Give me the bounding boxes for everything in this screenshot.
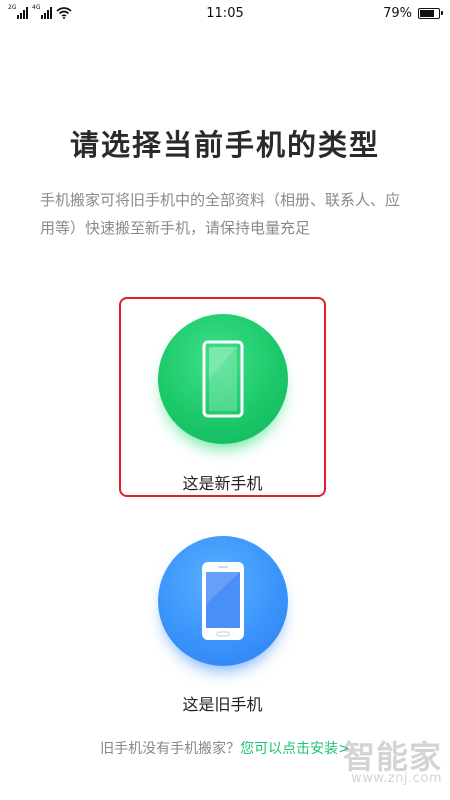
status-bar-left: 2G 4G — [8, 4, 72, 19]
battery-icon — [418, 7, 443, 19]
page-description: 手机搬家可将旧手机中的全部资料（相册、联系人、应用等）快速搬至新手机，请保持电量… — [40, 191, 401, 237]
footer-text: 旧手机没有手机搬家？ — [100, 741, 241, 757]
page-title: 请选择当前手机的类型 — [69, 128, 380, 162]
new-phone-circle — [157, 314, 288, 444]
sim1-tag: 2G — [8, 4, 17, 11]
battery-percent: 79% — [383, 5, 412, 21]
install-link[interactable]: 您可以点击安装> — [240, 741, 350, 757]
old-phone-circle — [157, 536, 288, 666]
watermark-url: www.znj.com — [351, 771, 442, 786]
wifi-icon — [56, 7, 72, 19]
status-bar-right: 79% — [383, 5, 443, 21]
new-phone-label: 这是新手机 — [182, 474, 263, 493]
new-phone-icon — [202, 340, 243, 418]
sim1-signal-icon: 2G — [8, 4, 28, 19]
watermark-logo: 智能家 www.znj.com — [343, 741, 442, 786]
old-phone-option[interactable]: 这是旧手机 — [119, 528, 326, 728]
sim2-signal-icon: 4G — [32, 4, 52, 19]
old-phone-icon — [201, 562, 244, 640]
old-phone-label: 这是旧手机 — [182, 695, 263, 714]
status-bar: 2G 4G 11:05 79% — [0, 0, 450, 26]
sim2-tag: 4G — [32, 4, 41, 11]
battery-fill — [420, 9, 435, 17]
new-phone-option[interactable]: 这是新手机 — [119, 297, 326, 497]
